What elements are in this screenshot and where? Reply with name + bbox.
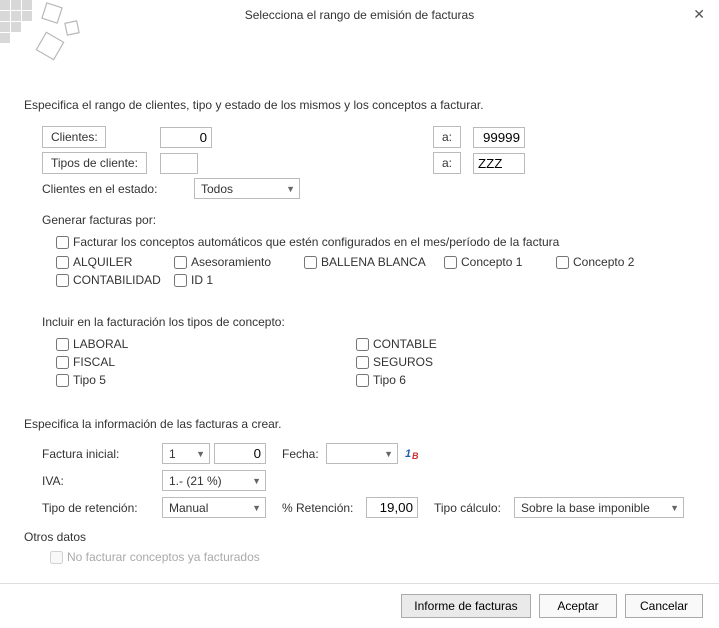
- factura-serie-value: 1: [169, 447, 176, 461]
- tipos-cliente-a-label: a:: [433, 152, 461, 174]
- calc-select[interactable]: Sobre la base imponible ▼: [514, 497, 684, 518]
- clientes-a-label: a:: [433, 126, 461, 148]
- clientes-from-input[interactable]: [160, 127, 212, 148]
- calc-label: Tipo cálculo:: [434, 501, 514, 515]
- tipos-cliente-from-input[interactable]: [160, 153, 198, 174]
- incluir-checkbox[interactable]: [356, 356, 369, 369]
- incluir-checkbox[interactable]: [56, 338, 69, 351]
- cancelar-button[interactable]: Cancelar: [625, 594, 703, 618]
- iva-label: IVA:: [42, 474, 162, 488]
- generar-opt-checkbox[interactable]: [556, 256, 569, 269]
- auto-concepts-checkbox[interactable]: [56, 236, 69, 249]
- tipos-cliente-to-input[interactable]: [473, 153, 525, 174]
- generar-label: Generar facturas por:: [42, 213, 695, 227]
- ret-pct-label: % Retención:: [282, 501, 366, 515]
- generar-opt-checkbox[interactable]: [174, 256, 187, 269]
- iva-select[interactable]: 1.- (21 %) ▼: [162, 470, 266, 491]
- calc-value: Sobre la base imponible: [521, 501, 650, 515]
- ret-tipo-value: Manual: [169, 501, 208, 515]
- chevron-down-icon: ▼: [252, 476, 261, 486]
- incluir-checkbox[interactable]: [356, 338, 369, 351]
- chevron-down-icon: ▼: [384, 449, 393, 459]
- generar-opt-label: Concepto 2: [573, 255, 634, 269]
- close-icon[interactable]: ✕: [687, 4, 711, 25]
- incluir-label-item: FISCAL: [73, 355, 115, 369]
- fecha-select[interactable]: ▼: [326, 443, 398, 464]
- factura-inicial-label: Factura inicial:: [42, 447, 162, 461]
- window-title: Selecciona el rango de emisión de factur…: [245, 8, 474, 22]
- ret-pct-input[interactable]: [366, 497, 418, 518]
- generar-opt-label: ID 1: [191, 273, 213, 287]
- auto-concepts-label: Facturar los conceptos automáticos que e…: [73, 235, 559, 249]
- svg-text:B: B: [412, 451, 419, 461]
- incluir-checkbox[interactable]: [56, 374, 69, 387]
- incluir-label-item: Tipo 5: [73, 373, 106, 387]
- incluir-checkbox[interactable]: [56, 356, 69, 369]
- incluir-label-item: CONTABLE: [373, 337, 437, 351]
- estado-label: Clientes en el estado:: [42, 182, 194, 196]
- clientes-label: Clientes:: [42, 126, 106, 148]
- incluir-label-item: LABORAL: [73, 337, 128, 351]
- svg-text:1: 1: [405, 448, 411, 460]
- generar-opt-checkbox[interactable]: [56, 274, 69, 287]
- incluir-label-item: SEGUROS: [373, 355, 433, 369]
- crear-label: Especifica la información de las factura…: [24, 417, 695, 431]
- incluir-checkbox[interactable]: [356, 374, 369, 387]
- factura-num-input[interactable]: [214, 443, 266, 464]
- no-fact-label: No facturar conceptos ya facturados: [67, 550, 260, 564]
- informe-button[interactable]: Informe de facturas: [401, 594, 531, 618]
- titlebar: Selecciona el rango de emisión de factur…: [0, 0, 719, 30]
- fecha-label: Fecha:: [282, 447, 326, 461]
- calendar-icon[interactable]: 1B: [404, 445, 422, 463]
- chevron-down-icon: ▼: [252, 503, 261, 513]
- incluir-label: Incluir en la facturación los tipos de c…: [42, 315, 695, 329]
- generar-opt-label: ALQUILER: [73, 255, 132, 269]
- ret-tipo-label: Tipo de retención:: [42, 501, 162, 515]
- intro-text: Especifica el rango de clientes, tipo y …: [24, 98, 695, 112]
- aceptar-button[interactable]: Aceptar: [539, 594, 617, 618]
- clientes-to-input[interactable]: [473, 127, 525, 148]
- generar-opt-label: CONTABILIDAD: [73, 273, 161, 287]
- no-fact-checkbox: [50, 551, 63, 564]
- iva-value: 1.- (21 %): [169, 474, 222, 488]
- generar-opt-checkbox[interactable]: [444, 256, 457, 269]
- generar-opt-checkbox[interactable]: [56, 256, 69, 269]
- ret-tipo-select[interactable]: Manual ▼: [162, 497, 266, 518]
- chevron-down-icon: ▼: [286, 184, 295, 194]
- otros-label: Otros datos: [24, 530, 695, 544]
- estado-select[interactable]: Todos ▼: [194, 178, 300, 199]
- footer: Informe de facturas Aceptar Cancelar: [0, 583, 719, 628]
- tipos-cliente-label: Tipos de cliente:: [42, 152, 147, 174]
- factura-serie-select[interactable]: 1 ▼: [162, 443, 210, 464]
- generar-opt-label: BALLENA BLANCA: [321, 255, 426, 269]
- incluir-label-item: Tipo 6: [373, 373, 406, 387]
- generar-opt-label: Asesoramiento: [191, 255, 271, 269]
- generar-opt-label: Concepto 1: [461, 255, 522, 269]
- estado-value: Todos: [201, 182, 233, 196]
- chevron-down-icon: ▼: [196, 449, 205, 459]
- generar-opt-checkbox[interactable]: [174, 274, 187, 287]
- chevron-down-icon: ▼: [670, 503, 679, 513]
- generar-opt-checkbox[interactable]: [304, 256, 317, 269]
